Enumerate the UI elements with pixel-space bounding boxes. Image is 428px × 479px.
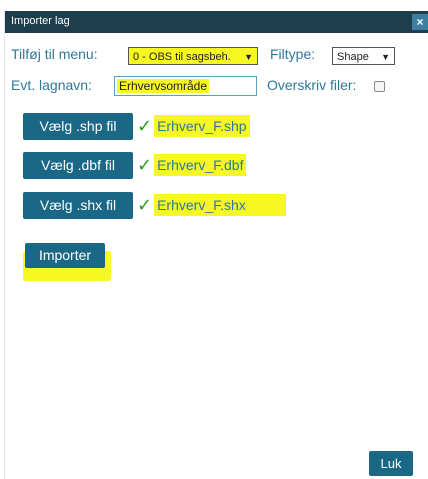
filetype-select-value: Shape bbox=[337, 51, 369, 63]
dialog-titlebar[interactable]: Importer lag × bbox=[5, 11, 428, 33]
shx-file-status: ✓ Erhverv_F.shx bbox=[137, 194, 286, 216]
checkmark-icon: ✓ bbox=[137, 154, 153, 176]
layername-value: Erhvervsområde bbox=[117, 79, 210, 93]
layername-input[interactable]: Erhvervsområde bbox=[114, 76, 257, 96]
chevron-down-icon: ▼ bbox=[381, 52, 390, 62]
filetype-select[interactable]: Shape ▼ bbox=[332, 47, 395, 65]
import-layer-dialog: Importer lag × Tilføj til menu: 0 - OBS … bbox=[4, 11, 428, 479]
dbf-file-status: ✓ Erhverv_F.dbf bbox=[137, 154, 247, 176]
menu-label: Tilføj til menu: bbox=[11, 46, 98, 62]
shp-filename: Erhverv_F.shp bbox=[154, 115, 250, 137]
checkmark-icon: ✓ bbox=[137, 194, 153, 216]
dbf-filename: Erhverv_F.dbf bbox=[154, 154, 247, 176]
overwrite-label: Overskriv filer: bbox=[267, 77, 357, 93]
menu-select[interactable]: 0 - OBS til sagsbeh. ▼ bbox=[128, 47, 258, 65]
chevron-down-icon: ▼ bbox=[244, 52, 253, 62]
menu-select-value: 0 - OBS til sagsbeh. bbox=[133, 51, 231, 63]
overwrite-checkbox[interactable] bbox=[374, 81, 385, 92]
dialog-title: Importer lag bbox=[11, 15, 70, 27]
close-icon[interactable]: × bbox=[412, 14, 428, 30]
layername-label: Evt. lagnavn: bbox=[11, 77, 92, 93]
import-button[interactable]: Importer bbox=[25, 243, 105, 268]
choose-dbf-button[interactable]: Vælg .dbf fil bbox=[23, 152, 133, 179]
shx-filename: Erhverv_F.shx bbox=[154, 194, 286, 216]
choose-shp-button[interactable]: Vælg .shp fil bbox=[23, 113, 133, 140]
close-button[interactable]: Luk bbox=[369, 451, 413, 476]
filetype-label: Filtype: bbox=[270, 46, 316, 62]
choose-shx-button[interactable]: Vælg .shx fil bbox=[23, 192, 133, 219]
shp-file-status: ✓ Erhverv_F.shp bbox=[137, 115, 250, 137]
checkmark-icon: ✓ bbox=[137, 115, 153, 137]
